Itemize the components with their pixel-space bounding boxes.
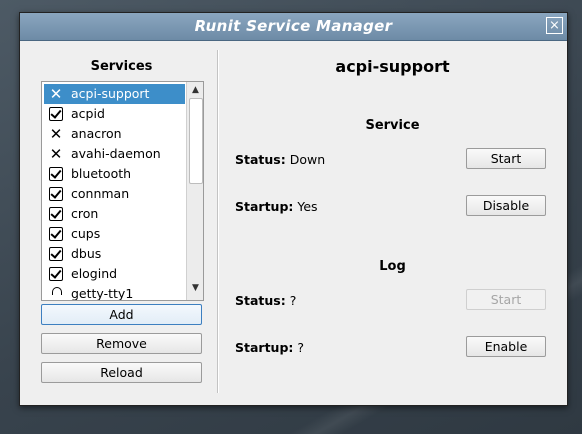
list-item-label: anacron bbox=[71, 126, 122, 141]
scroll-down-arrow-icon[interactable]: ▼ bbox=[187, 282, 203, 294]
cross-icon[interactable]: ✕ bbox=[49, 127, 63, 142]
service-startup-value: Yes bbox=[297, 199, 318, 214]
service-status-row: Status: Down bbox=[235, 152, 325, 167]
log-section-heading: Log bbox=[379, 259, 406, 274]
close-icon[interactable]: ⨯ bbox=[546, 17, 563, 34]
list-item[interactable]: acpid bbox=[44, 104, 185, 124]
list-item-label: cron bbox=[71, 206, 99, 221]
cross-icon[interactable]: ✕ bbox=[49, 87, 63, 102]
add-button[interactable]: Add bbox=[41, 304, 202, 325]
list-item[interactable]: cron bbox=[44, 204, 185, 224]
checkbox-checked-icon[interactable] bbox=[49, 187, 63, 201]
service-name-title: acpi-support bbox=[335, 57, 450, 76]
list-scrollbar[interactable]: ▲ ▼ bbox=[186, 82, 203, 300]
log-start-button[interactable]: Start bbox=[466, 289, 546, 310]
log-status-row: Status: ? bbox=[235, 293, 296, 308]
checkbox-checked-icon[interactable] bbox=[49, 227, 63, 241]
log-startup-value: ? bbox=[297, 340, 305, 355]
list-item[interactable]: connman bbox=[44, 184, 185, 204]
checkbox-checked-icon[interactable] bbox=[49, 167, 63, 181]
list-item[interactable]: getty-tty1 bbox=[44, 284, 185, 301]
log-status-value: ? bbox=[289, 293, 297, 308]
list-item[interactable]: elogind bbox=[44, 264, 185, 284]
scroll-thumb[interactable] bbox=[189, 98, 203, 184]
list-item[interactable]: cups bbox=[44, 224, 185, 244]
list-item-label: acpid bbox=[71, 106, 105, 121]
list-item-label: dbus bbox=[71, 246, 102, 261]
list-item-label: cups bbox=[71, 226, 101, 241]
list-item-label: bluetooth bbox=[71, 166, 132, 181]
list-item[interactable]: ✕ anacron bbox=[44, 124, 185, 144]
list-item[interactable]: dbus bbox=[44, 244, 185, 264]
log-status-key: Status: bbox=[235, 293, 286, 308]
panel-divider bbox=[217, 50, 219, 393]
service-manager-window: Runit Service Manager ⨯ Services ✕ acpi-s… bbox=[19, 12, 568, 406]
list-item[interactable]: ✕ acpi-support bbox=[44, 84, 185, 104]
list-item[interactable]: bluetooth bbox=[44, 164, 185, 184]
service-status-value: Down bbox=[289, 152, 326, 167]
cross-icon[interactable]: ✕ bbox=[49, 147, 63, 162]
services-heading: Services bbox=[90, 59, 153, 74]
reload-button[interactable]: Reload bbox=[41, 362, 202, 383]
checkbox-checked-icon[interactable] bbox=[49, 247, 63, 261]
list-item[interactable]: ✕ avahi-daemon bbox=[44, 144, 185, 164]
list-item-label: avahi-daemon bbox=[71, 146, 161, 161]
lock-icon[interactable] bbox=[52, 287, 62, 295]
list-item-label: elogind bbox=[71, 266, 118, 281]
title-bar[interactable]: Runit Service Manager ⨯ bbox=[20, 13, 567, 41]
remove-button[interactable]: Remove bbox=[41, 333, 202, 354]
service-startup-key: Startup: bbox=[235, 199, 294, 214]
list-item-label: getty-tty1 bbox=[71, 286, 134, 301]
service-status-key: Status: bbox=[235, 152, 286, 167]
service-disable-button[interactable]: Disable bbox=[466, 195, 546, 216]
scroll-up-arrow-icon[interactable]: ▲ bbox=[187, 84, 203, 96]
checkbox-checked-icon[interactable] bbox=[49, 267, 63, 281]
log-startup-row: Startup: ? bbox=[235, 340, 304, 355]
service-start-button[interactable]: Start bbox=[466, 148, 546, 169]
list-item-label: connman bbox=[71, 186, 130, 201]
checkbox-checked-icon[interactable] bbox=[49, 207, 63, 221]
list-item-label: acpi-support bbox=[71, 86, 150, 101]
log-startup-key: Startup: bbox=[235, 340, 294, 355]
log-enable-button[interactable]: Enable bbox=[466, 336, 546, 357]
checkbox-checked-icon[interactable] bbox=[49, 107, 63, 121]
services-list-items: ✕ acpi-support acpid ✕ anacron ✕ avahi-daemon b… bbox=[44, 84, 185, 301]
service-startup-row: Startup: Yes bbox=[235, 199, 318, 214]
window-title: Runit Service Manager bbox=[194, 17, 393, 35]
service-section-heading: Service bbox=[365, 118, 420, 133]
services-list[interactable]: ✕ acpi-support acpid ✕ anacron ✕ avahi-daemon b… bbox=[41, 81, 204, 301]
